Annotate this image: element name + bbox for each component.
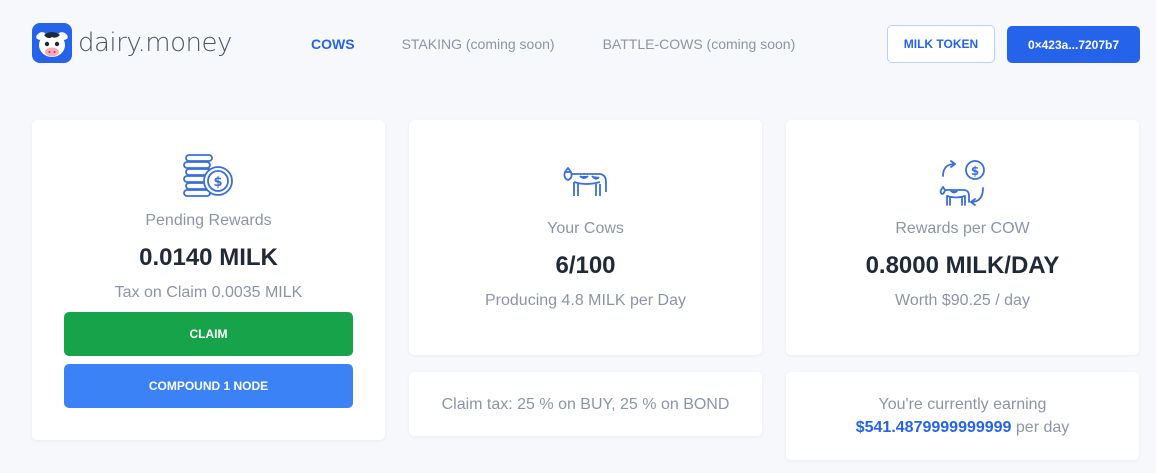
wallet-button[interactable]: 0×423a...7207b7 bbox=[1007, 26, 1140, 63]
nav-battle-cows[interactable]: BATTLE-COWS (coming soon) bbox=[603, 36, 796, 52]
earnings-card: You're currently earning $541.4879999999… bbox=[786, 372, 1139, 460]
rewards-per-cow-value: 0.8000 MILK/DAY bbox=[865, 252, 1060, 279]
production-rate: Producing 4.8 MILK per Day bbox=[485, 292, 686, 309]
pending-rewards-label: Pending Rewards bbox=[145, 212, 272, 229]
svg-text:$: $ bbox=[213, 175, 222, 190]
your-cows-value: 6/100 bbox=[555, 252, 616, 279]
pending-rewards-card: $ Pending Rewards 0.0140 MILK Tax on Cla… bbox=[32, 120, 385, 440]
logo-text: dairy.money bbox=[78, 28, 232, 58]
claim-tax-card: Claim tax: 25 % on BUY, 25 % on BOND bbox=[409, 372, 762, 436]
pending-rewards-value: 0.0140 MILK bbox=[139, 244, 278, 271]
rewards-per-cow-label: Rewards per COW bbox=[895, 220, 1030, 237]
earning-suffix: per day bbox=[1011, 419, 1070, 436]
cow-logo-icon bbox=[32, 23, 72, 63]
nav-cows[interactable]: COWS bbox=[311, 36, 355, 52]
earning-amount-line: $541.4879999999999 per day bbox=[786, 419, 1139, 437]
claim-button[interactable]: CLAIM bbox=[64, 312, 353, 356]
milk-token-button[interactable]: MILK TOKEN bbox=[887, 25, 995, 63]
your-cows-card: Your Cows 6/100 Producing 4.8 MILK per D… bbox=[409, 120, 762, 355]
svg-text:$: $ bbox=[970, 164, 978, 178]
rewards-worth: Worth $90.25 / day bbox=[895, 292, 1030, 309]
nav-staking[interactable]: STAKING (coming soon) bbox=[402, 36, 555, 52]
earning-amount: $541.4879999999999 bbox=[855, 419, 1012, 436]
claim-tax-text: Claim tax: 25 % on BUY, 25 % on BOND bbox=[441, 396, 730, 413]
coins-icon: $ bbox=[182, 152, 235, 203]
top-bar: dairy.money COWS STAKING (coming soon) B… bbox=[0, 0, 1156, 90]
cow-exchange-icon: $ bbox=[937, 158, 989, 215]
claim-tax-amount: Tax on Claim 0.0035 MILK bbox=[114, 284, 303, 301]
main-nav: COWS STAKING (coming soon) BATTLE-COWS (… bbox=[311, 36, 843, 52]
rewards-per-cow-card: $ Rewards per COW 0.8000 MILK/DAY Worth … bbox=[786, 120, 1139, 355]
logo[interactable]: dairy.money bbox=[32, 23, 232, 63]
compound-button[interactable]: COMPOUND 1 NODE bbox=[64, 364, 353, 408]
cow-icon bbox=[562, 164, 610, 205]
your-cows-label: Your Cows bbox=[547, 220, 624, 237]
earning-line: You're currently earning bbox=[878, 396, 1047, 413]
